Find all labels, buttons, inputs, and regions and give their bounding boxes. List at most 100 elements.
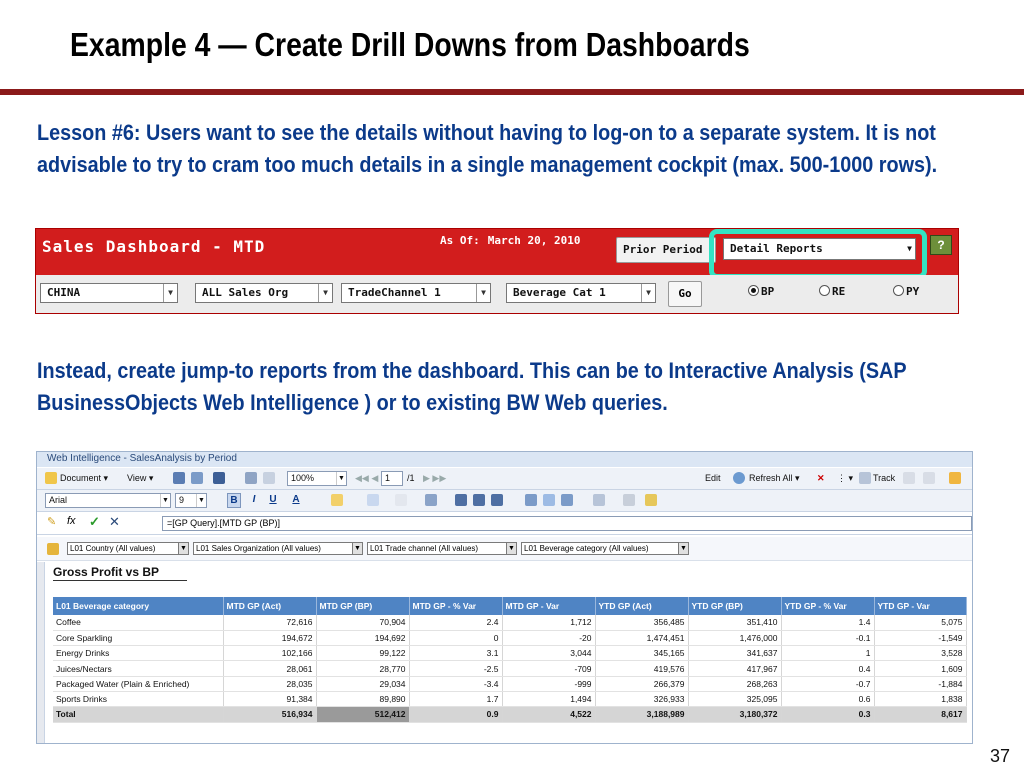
save-icon[interactable] <box>173 472 185 484</box>
beverage-cat-dropdown[interactable]: Beverage Cat 1 ▼ <box>506 283 656 303</box>
beverage-category-input-control[interactable]: L01 Beverage category (All values) ▼ <box>521 542 689 555</box>
table-cell[interactable]: Energy Drinks <box>53 645 224 662</box>
radio-re[interactable]: RE <box>819 285 845 298</box>
table-cell[interactable]: 8,617 <box>874 706 967 723</box>
table-cell[interactable]: 356,485 <box>595 615 689 631</box>
table-cell[interactable]: 28,061 <box>223 660 317 677</box>
purge-icon[interactable]: ✕ <box>817 468 825 488</box>
table-cell[interactable]: 5,075 <box>874 615 967 631</box>
table-cell[interactable]: 72,616 <box>223 615 317 631</box>
bold-button[interactable]: B <box>227 493 241 508</box>
table-row[interactable]: Sports Drinks 91,384 89,890 1.7 1,494 32… <box>53 691 967 708</box>
undo-icon[interactable] <box>245 472 257 484</box>
table-cell[interactable]: -3.4 <box>409 676 503 692</box>
table-cell[interactable]: -0.1 <box>781 630 875 647</box>
detail-reports-dropdown[interactable]: Detail Reports ▼ <box>723 238 916 260</box>
column-header[interactable]: MTD GP - % Var <box>409 597 503 615</box>
table-cell[interactable]: 102,166 <box>223 645 317 662</box>
table-cell[interactable]: Packaged Water (Plain & Enriched) <box>53 676 224 692</box>
table-cell[interactable]: 28,770 <box>316 660 410 677</box>
trade-channel-dropdown[interactable]: TradeChannel 1 ▼ <box>341 283 491 303</box>
table-cell[interactable]: 1 <box>781 645 875 662</box>
column-header[interactable]: YTD GP (Act) <box>595 597 689 615</box>
table-cell[interactable]: 0.3 <box>781 706 875 723</box>
table-cell[interactable]: Juices/Nectars <box>53 660 224 677</box>
table-cell[interactable]: 3,180,372 <box>688 706 782 723</box>
table-cell[interactable]: 70,904 <box>316 615 410 631</box>
formula-editor-icon[interactable]: ✎ <box>47 515 56 528</box>
table-cell[interactable]: 1,494 <box>502 691 596 708</box>
table-cell[interactable]: 419,576 <box>595 660 689 677</box>
filter-bar-icon[interactable] <box>923 472 935 484</box>
table-cell[interactable]: Total <box>53 706 224 723</box>
column-header[interactable]: MTD GP (BP) <box>316 597 410 615</box>
prior-period-button[interactable]: Prior Period <box>616 237 716 263</box>
table-row[interactable]: Energy Drinks 102,166 99,122 3.1 3,044 3… <box>53 645 967 662</box>
align-bottom-icon[interactable] <box>561 494 573 506</box>
track-button[interactable]: Track <box>873 468 895 488</box>
zoom-select[interactable]: 100% ▼ <box>287 471 347 486</box>
drill-icon[interactable]: ⋮ ▾ <box>837 468 853 488</box>
table-cell[interactable]: 1.4 <box>781 615 875 631</box>
table-cell[interactable]: 29,034 <box>316 676 410 692</box>
table-cell[interactable]: 1,712 <box>502 615 596 631</box>
radio-py[interactable]: PY <box>893 285 919 298</box>
table-total-row[interactable]: Total 516,934 512,412 0.9 4,522 3,188,98… <box>53 706 967 723</box>
first-page-icon[interactable]: ◀◀ ◀ <box>355 468 378 488</box>
table-cell[interactable]: 1,838 <box>874 691 967 708</box>
country-input-control[interactable]: L01 Country (All values) ▼ <box>67 542 189 555</box>
table-cell[interactable]: Sports Drinks <box>53 691 224 708</box>
font-color-icon[interactable]: A <box>289 493 303 508</box>
column-header[interactable]: L01 Beverage category <box>53 597 224 615</box>
table-cell[interactable]: -999 <box>502 676 596 692</box>
font-size-select[interactable]: 9 ▼ <box>175 493 207 508</box>
table-cell[interactable]: 325,095 <box>688 691 782 708</box>
underline-button[interactable]: U <box>266 493 280 508</box>
italic-button[interactable]: I <box>247 493 261 508</box>
align-left-icon[interactable] <box>455 494 467 506</box>
table-row[interactable]: Core Sparkling 194,672 194,692 0 -20 1,4… <box>53 630 967 647</box>
print-icon[interactable] <box>191 472 203 484</box>
table-cell[interactable]: 3,188,989 <box>595 706 689 723</box>
report-side-panel[interactable] <box>37 562 45 743</box>
table-row[interactable]: Juices/Nectars 28,061 28,770 -2.5 -709 4… <box>53 660 967 677</box>
align-right-icon[interactable] <box>491 494 503 506</box>
help-icon[interactable]: ? <box>930 235 952 255</box>
format-painter-icon[interactable] <box>425 494 437 506</box>
table-cell[interactable]: -2.5 <box>409 660 503 677</box>
sales-org-dropdown[interactable]: ALL Sales Org ▼ <box>195 283 333 303</box>
table-cell[interactable]: 326,933 <box>595 691 689 708</box>
cancel-icon[interactable]: ✕ <box>109 514 120 530</box>
go-button[interactable]: Go <box>668 281 702 307</box>
table-cell[interactable]: -0.7 <box>781 676 875 692</box>
fill-color-icon[interactable] <box>331 494 343 506</box>
table-cell[interactable]: 2.4 <box>409 615 503 631</box>
table-cell[interactable]: 3.1 <box>409 645 503 662</box>
table-cell[interactable]: 89,890 <box>316 691 410 708</box>
outline-icon[interactable] <box>903 472 915 484</box>
font-select[interactable]: Arial ▼ <box>45 493 171 508</box>
table-cell[interactable]: 4,522 <box>502 706 596 723</box>
align-middle-icon[interactable] <box>543 494 555 506</box>
merge-cells-icon[interactable] <box>623 494 635 506</box>
table-cell[interactable]: 417,967 <box>688 660 782 677</box>
view-menu[interactable]: View ▾ <box>127 468 153 488</box>
wrap-text-icon[interactable] <box>593 494 605 506</box>
table-cell[interactable]: 1,609 <box>874 660 967 677</box>
column-header[interactable]: MTD GP (Act) <box>223 597 317 615</box>
table-cell[interactable]: 1.7 <box>409 691 503 708</box>
table-cell[interactable]: 0.6 <box>781 691 875 708</box>
cell-borders-icon[interactable] <box>395 494 407 506</box>
selected-table-cell[interactable]: 512,412 <box>316 706 410 723</box>
border-icon[interactable] <box>367 494 379 506</box>
table-cell[interactable]: Coffee <box>53 615 224 631</box>
trade-channel-input-control[interactable]: L01 Trade channel (All values) ▼ <box>367 542 517 555</box>
table-cell[interactable]: -709 <box>502 660 596 677</box>
align-center-icon[interactable] <box>473 494 485 506</box>
sales-org-input-control[interactable]: L01 Sales Organization (All values) ▼ <box>193 542 363 555</box>
edit-button[interactable]: Edit <box>705 468 721 488</box>
table-cell[interactable]: 194,692 <box>316 630 410 647</box>
table-cell[interactable]: 3,528 <box>874 645 967 662</box>
table-cell[interactable]: 1,474,451 <box>595 630 689 647</box>
table-cell[interactable]: 0 <box>409 630 503 647</box>
